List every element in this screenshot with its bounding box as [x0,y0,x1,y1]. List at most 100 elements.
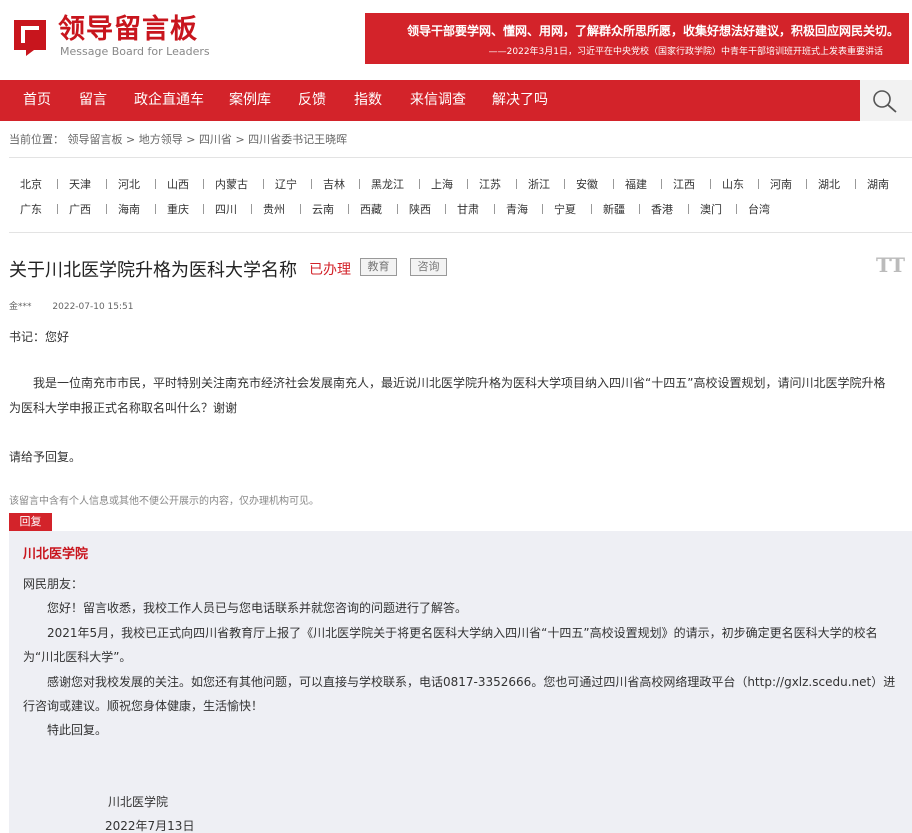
divider [613,179,614,189]
divider [311,179,312,189]
region-link[interactable]: 河北 [118,176,140,192]
nav-item-gov-enterprise[interactable]: 政企直通车 [134,80,204,121]
greeting: 书记：您好 [9,330,70,344]
region-link[interactable]: 西藏 [360,201,382,217]
search-button[interactable] [860,80,912,121]
region-link[interactable]: 陕西 [409,201,431,217]
region-link[interactable]: 河南 [770,176,792,192]
breadcrumb-prefix: 当前位置： [9,133,64,146]
region-link[interactable]: 宁夏 [554,201,576,217]
reply-paragraph: 行咨询或建议。顺祝您身体健康，生活愉快！ [23,699,264,713]
region-link[interactable]: 江苏 [479,176,501,192]
body-line: 我是一位南充市市民，平时特别关注南充市经济社会发展南充人，最近说川北医学院升格为… [9,376,886,390]
region-link[interactable]: 山东 [722,176,744,192]
region-link[interactable]: 湖北 [818,176,840,192]
divider [203,179,204,189]
divider [736,204,737,214]
region-link[interactable]: 北京 [20,176,42,192]
region-link[interactable]: 福建 [625,176,647,192]
breadcrumb-separator: > [126,133,136,146]
divider [263,179,264,189]
region-link[interactable]: 云南 [312,201,334,217]
region-link[interactable]: 四川 [215,201,237,217]
divider [688,204,689,214]
nav-item-cases[interactable]: 案例库 [229,80,271,121]
main-nav: 首页 留言 政企直通车 案例库 反馈 指数 来信调查 解决了吗 [0,80,860,121]
privacy-note: 该留言中含有个人信息或其他不便公开展示的内容，仅办理机构可见。 [9,496,319,507]
banner-slogan: 领导干部要学网、懂网、用网，了解群众所思所愿，收集好想法好建议，积极回应网民关切… [407,24,900,38]
region-link[interactable]: 台湾 [748,201,770,217]
divider [661,179,662,189]
reply-paragraph: 感谢您对我校发展的关注。如您还有其他问题，可以直接与学校联系，电话0817-33… [23,675,896,689]
page-title: 关于川北医学院升格为医科大学名称 [9,260,297,281]
divider [445,204,446,214]
region-link[interactable]: 吉林 [323,176,345,192]
divider [155,204,156,214]
region-link[interactable]: 海南 [118,201,140,217]
logo-subtitle: Message Board for Leaders [60,45,210,58]
breadcrumb-item-sichuan[interactable]: 四川省 [199,133,232,146]
nav-item-feedback[interactable]: 反馈 [298,80,326,121]
divider [516,179,517,189]
divider [542,204,543,214]
banner-source: ——2022年3月1日，习近平在中央党校（国家行政学院）中青年干部培训班开班式上… [488,47,883,57]
region-link[interactable]: 江西 [673,176,695,192]
site-header: 领导留言板 Message Board for Leaders 领导干部要学网、… [0,0,912,80]
divider [57,179,58,189]
status-badge: 已办理 [309,262,351,278]
region-link[interactable]: 新疆 [603,201,625,217]
region-link[interactable]: 上海 [431,176,453,192]
region-link[interactable]: 天津 [69,176,91,192]
region-link[interactable]: 内蒙古 [215,176,248,192]
reply-paragraph: 您好！留言收悉，我校工作人员已与您电话联系并就您咨询的问题进行了解答。 [23,601,468,615]
reply-sign-date: 2022年7月13日 [105,819,195,833]
search-icon [873,90,897,113]
tag-education[interactable]: 教育 [360,258,397,276]
divider [359,179,360,189]
region-link[interactable]: 广西 [69,201,91,217]
reply-box: 川北医学院 网民朋友： 您好！留言收悉，我校工作人员已与您电话联系并就您咨询的问… [9,531,912,833]
nav-item-message[interactable]: 留言 [79,80,107,121]
region-link[interactable]: 浙江 [528,176,550,192]
tag-consult[interactable]: 咨询 [410,258,447,276]
breadcrumb-item-secretary[interactable]: 四川省委书记王晓晖 [248,133,347,146]
region-link[interactable]: 澳门 [700,201,722,217]
nav-item-survey[interactable]: 来信调查 [410,80,466,121]
nav-item-solved[interactable]: 解决了吗 [492,80,548,121]
font-size-toggle-icon[interactable]: TT [876,253,905,277]
region-link[interactable]: 黑龙江 [371,176,404,192]
breadcrumb-separator: > [235,133,245,146]
divider [397,204,398,214]
region-link[interactable]: 甘肃 [457,201,479,217]
divider [251,204,252,214]
region-link[interactable]: 贵州 [263,201,285,217]
region-link[interactable]: 重庆 [167,201,189,217]
region-nav: 北京 天津 河北 山西 内蒙古 辽宁 吉林 黑龙江 上海 江苏 浙江 安徽 福建… [0,172,912,222]
divider [467,179,468,189]
region-link[interactable]: 山西 [167,176,189,192]
breadcrumb: 当前位置： 领导留言板 > 地方领导 > 四川省 > 四川省委书记王晓晖 [9,131,347,147]
site-logo[interactable]: 领导留言板 Message Board for Leaders [10,14,210,62]
divider [300,204,301,214]
region-link[interactable]: 辽宁 [275,176,297,192]
region-link[interactable]: 广东 [20,201,42,217]
nav-item-home[interactable]: 首页 [23,80,51,121]
nav-item-index[interactable]: 指数 [354,80,382,121]
region-link[interactable]: 青海 [506,201,528,217]
region-link[interactable]: 香港 [651,201,673,217]
divider [348,204,349,214]
divider [564,179,565,189]
reply-paragraph: 2021年5月，我校已正式向四川省教育厅上报了《川北医学院关于将更名医科大学纳入… [23,626,878,640]
breadcrumb-item-local-leaders[interactable]: 地方领导 [139,133,183,146]
reply-org: 川北医学院 [23,547,89,562]
breadcrumb-item-board[interactable]: 领导留言板 [68,133,123,146]
region-link[interactable]: 安徽 [576,176,598,192]
region-link[interactable]: 湖南 [867,176,889,192]
divider [9,157,912,158]
divider [855,179,856,189]
divider [806,179,807,189]
reply-salutation: 网民朋友： [23,577,84,591]
divider [639,204,640,214]
divider [203,204,204,214]
divider [591,204,592,214]
